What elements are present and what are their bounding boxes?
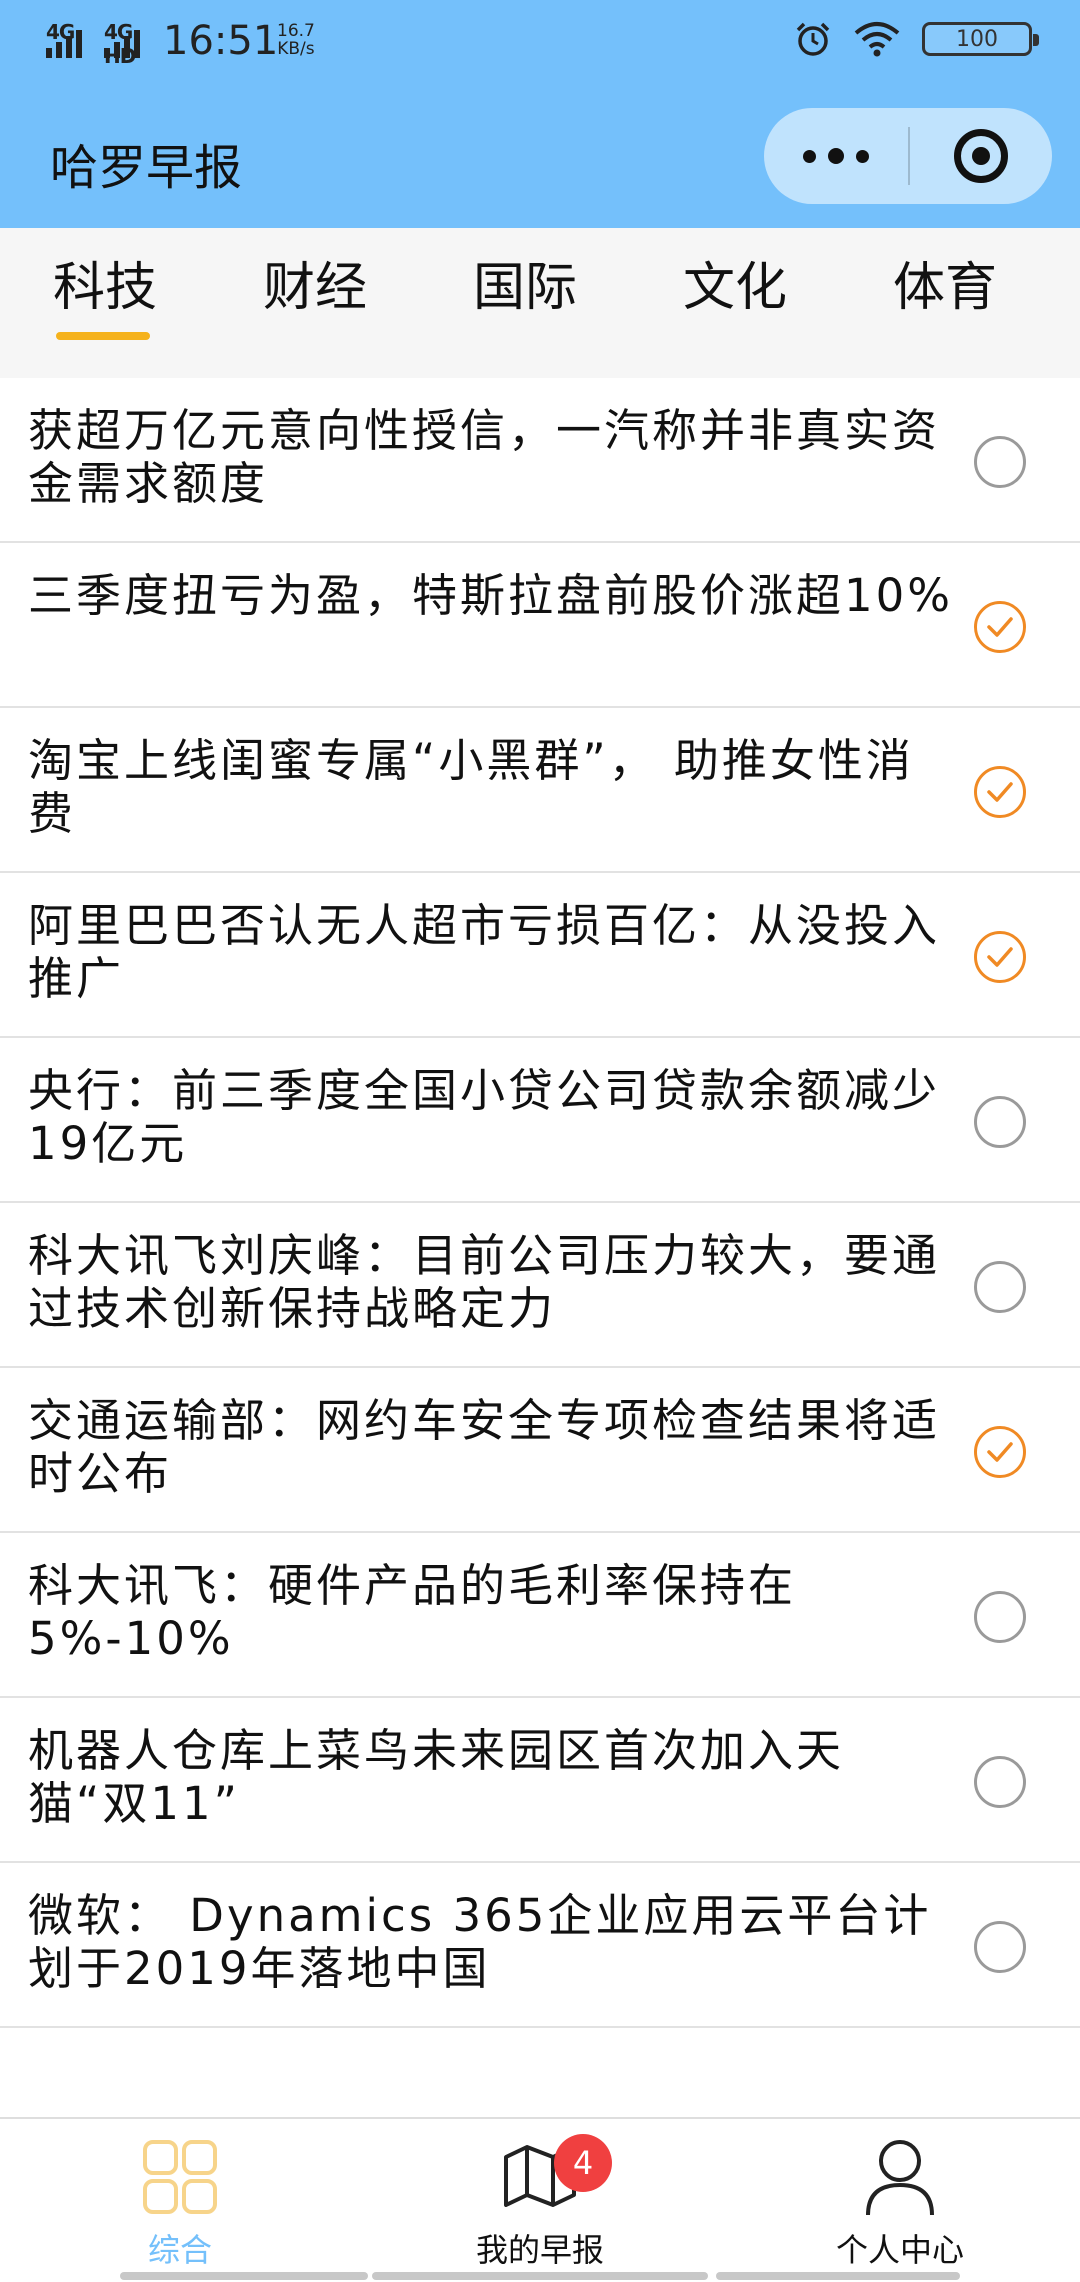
tab-tech[interactable]: 科技	[0, 228, 210, 378]
news-title: 机器人仓库上菜鸟未来园区首次加入天猫“双11”	[28, 1724, 845, 1830]
select-checkbox[interactable]	[974, 1756, 1026, 1808]
news-item[interactable]: 科大讯飞刘庆峰：目前公司压力较大，要通过技术创新保持战略定力	[0, 1203, 1080, 1368]
checked-icon[interactable]	[974, 601, 1026, 653]
battery-icon: 100	[922, 22, 1039, 56]
gesture-bar	[120, 2272, 368, 2280]
tab-sports[interactable]: 体育	[840, 228, 1050, 378]
more-icon[interactable]	[764, 108, 908, 204]
news-title: 央行：前三季度全国小贷公司贷款余额减少19亿元	[28, 1064, 941, 1170]
news-title: 微软： Dynamics 365企业应用云平台计划于2019年落地中国	[28, 1889, 932, 1995]
signal-1-icon: 4G	[46, 20, 98, 58]
network-speed: 16.7 KB/s	[277, 21, 315, 59]
grid-icon	[143, 2140, 217, 2214]
news-title: 交通运输部：网约车安全专项检查结果将适时公布	[28, 1394, 941, 1500]
news-item[interactable]: 机器人仓库上菜鸟未来园区首次加入天猫“双11”	[0, 1698, 1080, 1863]
select-checkbox[interactable]	[974, 1096, 1026, 1148]
news-title: 阿里巴巴否认无人超市亏损百亿：从没投入推广	[28, 899, 941, 1005]
select-checkbox[interactable]	[974, 436, 1026, 488]
active-tab-indicator	[56, 332, 150, 340]
tab-international[interactable]: 国际	[420, 228, 630, 378]
status-bar: 4G 4G HD 16:51 16.7 KB/s 100	[0, 0, 1080, 84]
bottom-tab-bar: 综合 我的早报 个人中心	[0, 2117, 1080, 2280]
news-item[interactable]: 获超万亿元意向性授信，一汽称并非真实资金需求额度	[0, 378, 1080, 543]
news-title: 科大讯飞：硬件产品的毛利率保持在5%-10%	[28, 1559, 797, 1665]
news-item[interactable]: 科大讯飞：硬件产品的毛利率保持在5%-10%	[0, 1533, 1080, 1698]
news-title: 淘宝上线闺蜜专属“小黑群”， 助推女性消费	[28, 734, 914, 840]
tab-culture[interactable]: 文化	[630, 228, 840, 378]
tabbar-item-overview[interactable]: 综合	[60, 2119, 300, 2282]
news-item[interactable]: 交通运输部：网约车安全专项检查结果将适时公布	[0, 1368, 1080, 1533]
news-item[interactable]: 微软： Dynamics 365企业应用云平台计划于2019年落地中国	[0, 1863, 1080, 2028]
news-title: 三季度扭亏为盈，特斯拉盘前股价涨超10%	[28, 569, 954, 622]
select-checkbox[interactable]	[974, 1591, 1026, 1643]
tabbar-item-my-report[interactable]: 我的早报	[420, 2119, 660, 2282]
signal-2-icon: 4G HD	[104, 20, 156, 68]
checked-icon[interactable]	[974, 766, 1026, 818]
select-checkbox[interactable]	[974, 1261, 1026, 1313]
person-icon	[866, 2140, 934, 2216]
news-item[interactable]: 央行：前三季度全国小贷公司贷款余额减少19亿元	[0, 1038, 1080, 1203]
close-target-icon[interactable]	[910, 108, 1052, 204]
mini-program-capsule	[764, 108, 1052, 204]
select-checkbox[interactable]	[974, 1921, 1026, 1973]
news-item[interactable]: 淘宝上线闺蜜专属“小黑群”， 助推女性消费	[0, 708, 1080, 873]
gesture-bar	[716, 2272, 960, 2280]
wifi-icon	[854, 22, 900, 57]
news-item[interactable]: 阿里巴巴否认无人超市亏损百亿：从没投入推广	[0, 873, 1080, 1038]
notification-badge: 4	[554, 2134, 612, 2192]
top-header: 4G 4G HD 16:51 16.7 KB/s 100	[0, 0, 1080, 228]
news-item[interactable]: 三季度扭亏为盈，特斯拉盘前股价涨超10%	[0, 543, 1080, 708]
page-title: 哈罗早报	[50, 140, 243, 196]
category-tabs: 科技 财经 国际 文化 体育	[0, 228, 1080, 378]
checked-icon[interactable]	[974, 1426, 1026, 1478]
news-title: 科大讯飞刘庆峰：目前公司压力较大，要通过技术创新保持战略定力	[28, 1229, 941, 1335]
tabbar-item-profile[interactable]: 个人中心	[780, 2119, 1020, 2282]
checked-icon[interactable]	[974, 931, 1026, 983]
alarm-icon	[796, 22, 830, 56]
tab-finance[interactable]: 财经	[210, 228, 420, 378]
status-time: 16:51	[163, 18, 279, 64]
gesture-bar	[372, 2272, 708, 2280]
news-title: 获超万亿元意向性授信，一汽称并非真实资金需求额度	[28, 404, 941, 510]
news-list: 获超万亿元意向性授信，一汽称并非真实资金需求额度 三季度扭亏为盈，特斯拉盘前股价…	[0, 378, 1080, 2028]
